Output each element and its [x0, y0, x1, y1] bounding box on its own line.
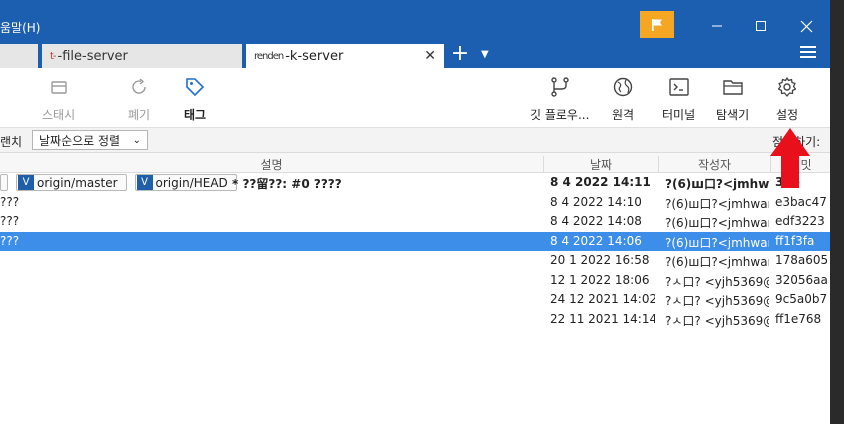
close-icon[interactable]	[784, 11, 828, 41]
gitflow-button[interactable]: 깃 플로우...	[530, 76, 589, 123]
tag-button[interactable]: 태그	[184, 76, 206, 123]
maximize-icon[interactable]	[739, 11, 783, 41]
commit-hash: 178a605	[775, 253, 827, 267]
commit-author: ?(6)ш口?<jmhwang	[665, 177, 769, 191]
tag-icon	[186, 78, 205, 97]
tab-file-server[interactable]: t- -file-server	[42, 44, 242, 68]
flag-icon[interactable]	[640, 11, 674, 38]
table-row-selected[interactable]: ??? 8 4 2022 14:06 ?(6)ш口?<jmhwang ff1f3…	[0, 231, 830, 251]
menu-help[interactable]: 움말(H)	[0, 19, 40, 36]
stash-icon	[50, 81, 67, 94]
minimize-icon[interactable]	[695, 11, 739, 41]
commit-author: ?(6)ш口?<jmhwang	[665, 255, 769, 269]
commit-subject: ???	[0, 233, 20, 248]
table-row[interactable]: 24 12 2021 14:02 ?ㅅ口? <yjh5369@ 9c5a0b7	[0, 290, 830, 310]
desktop-background	[830, 0, 844, 424]
chevron-down-icon[interactable]: ▼	[481, 49, 489, 60]
commit-author: ?(6)ш口?<jmhwang	[665, 235, 769, 250]
commit-hash: 9c5a0b7	[775, 292, 827, 306]
commit-author: ?ㅅ口? <yjh5369@	[665, 294, 769, 308]
table-row[interactable]: 12 1 2022 18:06 ?ㅅ口? <yjh5369@ 32056aa	[0, 271, 830, 291]
commit-subject: ???	[0, 194, 20, 209]
red-arrow-annotation	[770, 128, 810, 188]
column-header-date[interactable]: 날짜	[543, 156, 658, 173]
settings-button[interactable]: 설정	[776, 76, 798, 123]
discard-icon	[132, 78, 146, 94]
branch-filter-label: 랜치	[0, 135, 23, 149]
gitflow-icon	[551, 77, 569, 97]
explorer-button[interactable]: 탐색기	[716, 76, 749, 123]
tab-prefix: renden	[254, 50, 284, 62]
terminal-icon	[668, 78, 689, 96]
ref-badges: ᐯ origin/master ᐯ origin/HEAD	[0, 174, 245, 191]
commit-hash: edf3223	[775, 214, 825, 228]
close-tab-icon[interactable]: ✕	[424, 48, 436, 64]
tab-bar: t- -file-server renden -k-server ✕ + ▼	[0, 40, 830, 68]
hamburger-icon[interactable]	[800, 46, 816, 60]
commit-subject: ???	[0, 214, 20, 228]
tab-previous[interactable]	[0, 44, 38, 68]
commit-date: 8 4 2022 14:08	[550, 214, 642, 228]
column-header-description[interactable]: 설명	[0, 156, 543, 173]
table-row[interactable]: ??? 8 4 2022 14:10 ?(6)ш口?<jmhwang e3bac…	[0, 193, 830, 213]
commit-author: ?ㅅ口? <yjh5369@	[665, 274, 769, 289]
commit-hash: e3bac47	[775, 194, 827, 209]
sort-select-value: 날짜순으로 정렬	[39, 133, 121, 148]
commit-list: ᐯ origin/master ᐯ origin/HEAD * ??留??: #…	[0, 173, 830, 329]
commit-date: 20 1 2022 16:58	[550, 253, 650, 267]
ref-badge-origin-head[interactable]: ᐯ origin/HEAD	[134, 174, 237, 191]
ref-badge[interactable]	[0, 174, 8, 191]
table-row[interactable]: ??? 8 4 2022 14:08 ?(6)ш口?<jmhwang edf32…	[0, 212, 830, 232]
tab-label: -k-server	[285, 48, 344, 64]
commit-subject: * ??留??: #0 ????	[232, 177, 342, 191]
tab-prefix: t-	[50, 50, 56, 62]
sort-select[interactable]: 날짜순으로 정렬 ⌄	[32, 130, 148, 150]
commit-date: 24 12 2021 14:02	[550, 292, 655, 306]
tab-label: -file-server	[57, 48, 128, 64]
globe-icon	[613, 77, 633, 97]
commit-hash: 32056aa	[775, 272, 827, 287]
commit-hash: ff1e768	[775, 311, 822, 326]
remote-button[interactable]: 원격	[612, 76, 634, 123]
toolbar: 스태시 폐기 태그 깃 플로우... 원격 터미널 탐색기 설정	[0, 68, 830, 128]
branch-icon: ᐯ	[18, 175, 34, 190]
commit-author: ?(6)ш口?<jmhwang	[665, 196, 769, 211]
commit-list-header: 설명 날짜 작성자 커밋	[0, 153, 830, 173]
add-tab-button[interactable]: +	[449, 43, 471, 66]
discard-button[interactable]: 폐기	[128, 76, 150, 123]
tab-k-server[interactable]: renden -k-server ✕	[246, 44, 444, 68]
column-header-author[interactable]: 작성자	[658, 156, 770, 173]
table-row[interactable]: ᐯ origin/master ᐯ origin/HEAD * ??留??: #…	[0, 173, 830, 193]
terminal-button[interactable]: 터미널	[662, 76, 695, 123]
stash-button[interactable]: 스태시	[42, 76, 75, 123]
folder-icon	[722, 80, 743, 95]
table-row[interactable]: 20 1 2022 16:58 ?(6)ш口?<jmhwang 178a605	[0, 251, 830, 271]
gear-icon	[777, 77, 797, 97]
branch-icon: ᐯ	[136, 175, 153, 190]
commit-date: 8 4 2022 14:10	[550, 194, 642, 209]
commit-author: ?ㅅ口? <yjh5369@	[665, 313, 769, 328]
commit-author: ?(6)ш口?<jmhwang	[665, 216, 769, 230]
app-window: 움말(H) t- -file-server renden -k-server ✕…	[0, 0, 830, 424]
commit-date: 22 11 2021 14:14	[550, 311, 655, 326]
ref-badge-origin-master[interactable]: ᐯ origin/master	[16, 174, 127, 191]
chevron-down-icon: ⌄	[132, 134, 141, 146]
commit-hash: ff1f3fa	[775, 233, 815, 248]
table-row[interactable]: 22 11 2021 14:14 ?ㅅ口? <yjh5369@ ff1e768	[0, 310, 830, 330]
commit-date: 12 1 2022 18:06	[550, 272, 650, 287]
commit-date: 8 4 2022 14:06	[550, 233, 642, 248]
filter-bar: 랜치 날짜순으로 정렬 ⌄ 점프하기:	[0, 128, 830, 153]
commit-date: 8 4 2022 14:11	[550, 175, 651, 189]
title-bar: 움말(H)	[0, 0, 830, 40]
